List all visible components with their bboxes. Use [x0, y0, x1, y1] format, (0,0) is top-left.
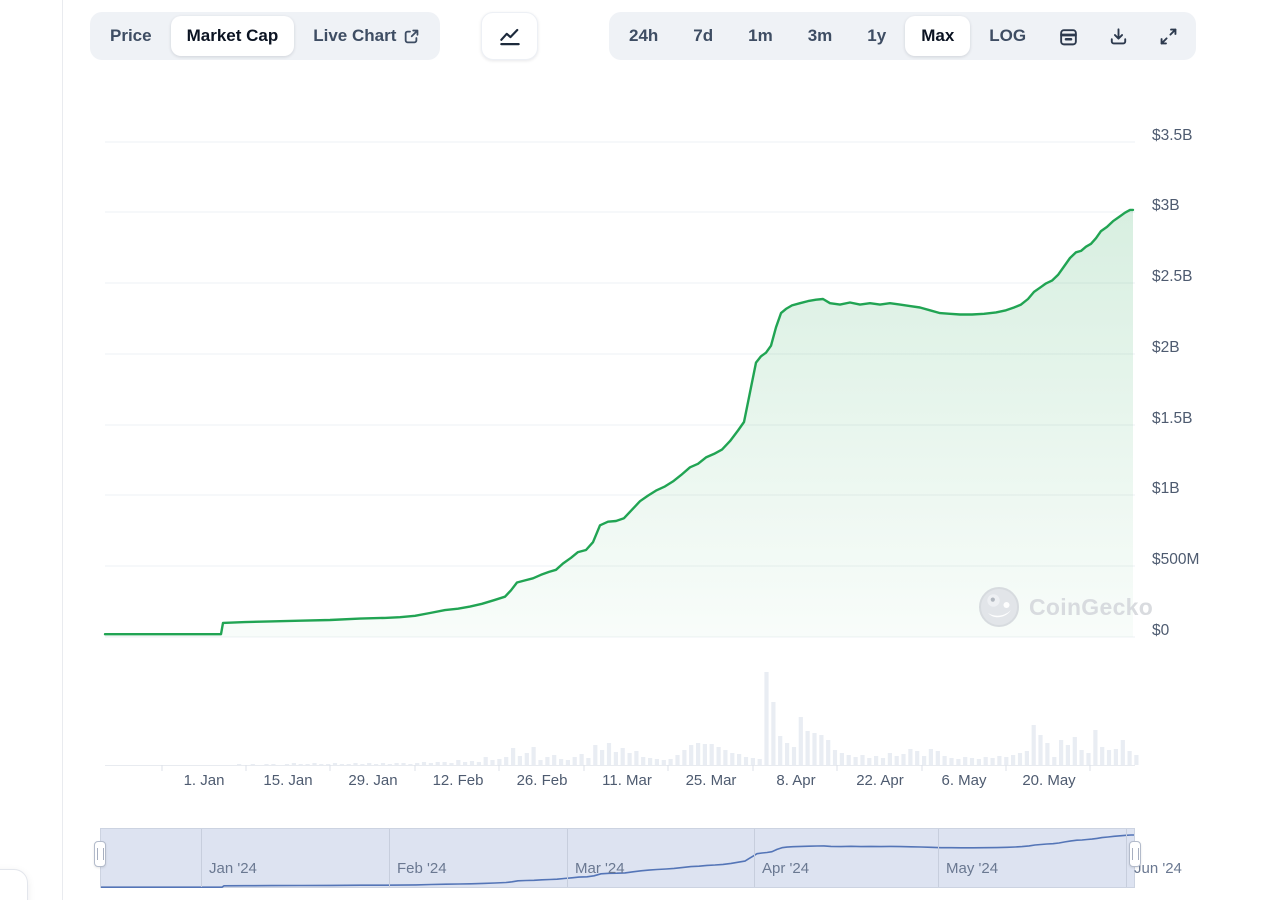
download-icon [1108, 26, 1129, 47]
y-axis-label: $2B [1152, 337, 1272, 359]
chart-plot-area[interactable] [105, 100, 1135, 765]
range-7d-button[interactable]: 7d [677, 16, 729, 56]
left-divider [62, 0, 63, 900]
x-axis-label: 1. Jan [159, 771, 249, 791]
x-axis-label: 11. Mar [582, 771, 672, 791]
log-scale-button[interactable]: LOG [973, 16, 1042, 56]
navigator-month-label: Feb '24 [397, 860, 447, 877]
x-axis-label: 26. Feb [497, 771, 587, 791]
range-24h-button[interactable]: 24h [613, 16, 674, 56]
download-chart-button[interactable] [1095, 16, 1142, 56]
navigator-month-label: Jan '24 [209, 860, 257, 877]
x-axis-label: 15. Jan [243, 771, 333, 791]
x-axis-label: 25. Mar [666, 771, 756, 791]
y-axis-label: $0 [1152, 620, 1272, 642]
y-axis-label: $3B [1152, 195, 1272, 217]
navigator-month-label: Apr '24 [762, 860, 809, 877]
x-axis-label: 6. May [919, 771, 1009, 791]
watermark-text: CoinGecko [1029, 594, 1153, 621]
market-cap-chart-page: Price Market Cap Live Chart 24h 7d 1m 3m… [0, 0, 1280, 900]
navigator-month-separator [754, 829, 755, 887]
range-navigator[interactable] [100, 828, 1135, 888]
y-axis-label: $1B [1152, 478, 1272, 500]
bottom-left-card-corner [0, 869, 28, 900]
range-max-button[interactable]: Max [905, 16, 970, 56]
fullscreen-button[interactable] [1145, 16, 1192, 56]
navigator-month-label: Mar '24 [575, 860, 625, 877]
time-range-toolbar: 24h 7d 1m 3m 1y Max LOG [609, 12, 1196, 60]
x-axis-label: 8. Apr [751, 771, 841, 791]
tab-market-cap[interactable]: Market Cap [171, 16, 295, 56]
tab-live-chart-label: Live Chart [313, 26, 396, 46]
navigator-month-separator [938, 829, 939, 887]
calendar-icon [1058, 26, 1079, 47]
line-chart-icon [497, 23, 523, 49]
x-axis-label: 29. Jan [328, 771, 418, 791]
y-axis-label: $1.5B [1152, 408, 1272, 430]
chart-type-button[interactable] [481, 12, 538, 60]
navigator-left-handle[interactable] [94, 841, 106, 867]
y-axis-label: $3.5B [1152, 125, 1272, 147]
navigator-month-separator [1126, 829, 1127, 887]
navigator-month-label: May '24 [946, 860, 998, 877]
range-1m-button[interactable]: 1m [732, 16, 789, 56]
x-axis-label: 20. May [1004, 771, 1094, 791]
navigator-right-handle[interactable] [1129, 841, 1141, 867]
date-range-picker-button[interactable] [1045, 16, 1092, 56]
navigator-month-separator [567, 829, 568, 887]
external-link-icon [403, 28, 420, 45]
fullscreen-icon [1158, 26, 1179, 47]
range-3m-button[interactable]: 3m [792, 16, 849, 56]
coingecko-watermark: CoinGecko [978, 586, 1153, 628]
navigator-month-label: Jun '24 [1134, 860, 1182, 877]
y-axis-label: $2.5B [1152, 266, 1272, 288]
tab-live-chart[interactable]: Live Chart [297, 16, 436, 56]
y-axis-label: $500M [1152, 549, 1272, 571]
x-axis-label: 12. Feb [413, 771, 503, 791]
x-axis-label: 22. Apr [835, 771, 925, 791]
coingecko-logo-icon [978, 586, 1020, 628]
tab-price[interactable]: Price [94, 16, 168, 56]
navigator-mini-chart [101, 829, 1136, 889]
navigator-month-separator [201, 829, 202, 887]
navigator-month-separator [389, 829, 390, 887]
chart-metric-toolbar: Price Market Cap Live Chart [90, 12, 440, 60]
range-1y-button[interactable]: 1y [851, 16, 902, 56]
